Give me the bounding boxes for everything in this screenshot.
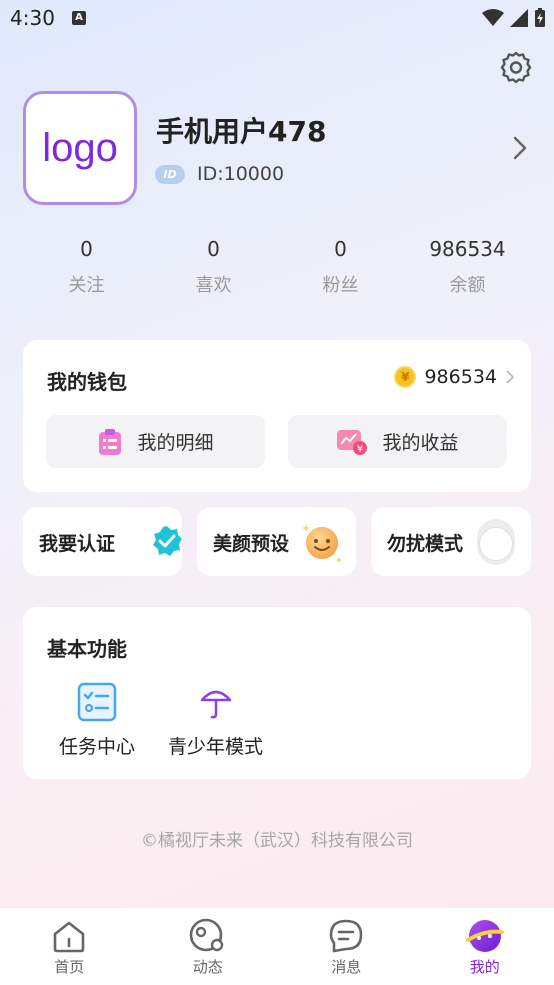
bottom-nav: 首页 动态 消息 我的 (0, 907, 554, 985)
do-not-disturb-label: 勿扰模式 (387, 533, 464, 555)
nav-home[interactable]: 首页 (0, 908, 139, 985)
task-center-item[interactable]: 任务中心 (59, 682, 135, 759)
status-bar: 4:30 A (0, 0, 554, 36)
chevron-right-icon (506, 370, 515, 384)
avatar[interactable]: logo (23, 91, 137, 205)
user-id: ID:10000 (197, 163, 285, 185)
task-center-label: 任务中心 (59, 736, 136, 758)
username: 手机用户478 (156, 115, 327, 148)
nav-messages-label: 消息 (331, 958, 362, 976)
basic-functions-card: 基本功能 任务中心 青少年模式 (23, 607, 531, 779)
status-icons (482, 8, 546, 28)
task-list-icon (77, 682, 117, 722)
settings-gear-icon[interactable] (498, 50, 534, 86)
stat-value: 0 (207, 237, 220, 261)
stat-balance[interactable]: 986534 余额 (404, 235, 531, 297)
wallet-balance-link[interactable]: ¥ 986534 (394, 366, 515, 388)
stat-value: 0 (80, 237, 93, 261)
teen-mode-label: 青少年模式 (168, 736, 264, 758)
wifi-icon (482, 9, 504, 26)
my-details-button[interactable]: 我的明细 (46, 415, 265, 468)
stat-label: 关注 (68, 275, 105, 296)
my-details-label: 我的明细 (137, 432, 214, 454)
battery-icon (535, 8, 545, 27)
verify-card[interactable]: 我要认证 (23, 507, 182, 576)
message-icon (329, 919, 363, 953)
stat-value: 0 (334, 237, 347, 261)
verified-badge-icon (153, 526, 182, 556)
nav-moments-label: 动态 (192, 958, 223, 976)
nav-home-label: 首页 (54, 958, 85, 976)
moments-icon (189, 918, 223, 952)
coin-icon: ¥ (394, 366, 417, 388)
notification-icon: A (72, 11, 86, 25)
nav-profile[interactable]: 我的 (416, 908, 554, 985)
do-not-disturb-card[interactable]: 勿扰模式 (371, 507, 531, 576)
wallet-title: 我的钱包 (47, 370, 127, 394)
signal-icon (510, 9, 528, 27)
clipboard-list-icon (99, 428, 122, 455)
svg-text:¥: ¥ (357, 444, 363, 455)
stat-value: 986534 (429, 237, 506, 261)
umbrella-icon (200, 690, 231, 719)
home-icon (53, 921, 85, 953)
wallet-card: 我的钱包 ¥ 986534 我的明细 ¥ 我的收益 (23, 340, 531, 492)
nav-profile-label: 我的 (469, 958, 500, 976)
my-earnings-button[interactable]: ¥ 我的收益 (288, 415, 507, 468)
stats-row: 0 关注 0 喜欢 0 粉丝 986534 余额 (23, 235, 531, 297)
status-time: 4:30 (10, 6, 55, 30)
do-not-disturb-toggle[interactable] (477, 519, 515, 565)
stat-followers[interactable]: 0 粉丝 (277, 235, 404, 297)
smiley-face-icon (302, 524, 342, 563)
verify-label: 我要认证 (39, 533, 116, 555)
copyright-text: ©橘视厅未来（武汉）科技有限公司 (141, 831, 413, 851)
nav-messages[interactable]: 消息 (277, 908, 416, 985)
my-earnings-label: 我的收益 (382, 432, 459, 454)
wallet-balance-value: 986534 (424, 366, 497, 388)
stat-label: 喜欢 (195, 275, 232, 296)
beauty-preset-label: 美颜预设 (213, 533, 290, 555)
profile-chevron-right-icon[interactable] (508, 134, 532, 162)
beauty-preset-card[interactable]: 美颜预设 (197, 507, 356, 576)
stat-likes[interactable]: 0 喜欢 (150, 235, 277, 297)
stat-label: 余额 (449, 275, 486, 296)
profile-planet-icon (465, 920, 504, 952)
earnings-chart-icon: ¥ (337, 429, 368, 455)
toggle-knob (479, 527, 513, 561)
basic-functions-title: 基本功能 (47, 637, 127, 661)
nav-moments[interactable]: 动态 (139, 908, 278, 985)
stat-following[interactable]: 0 关注 (23, 235, 150, 297)
stat-label: 粉丝 (322, 275, 359, 296)
id-badge: ID (155, 165, 185, 184)
teen-mode-item[interactable]: 青少年模式 (168, 682, 263, 759)
avatar-logo-text: logo (42, 125, 118, 170)
